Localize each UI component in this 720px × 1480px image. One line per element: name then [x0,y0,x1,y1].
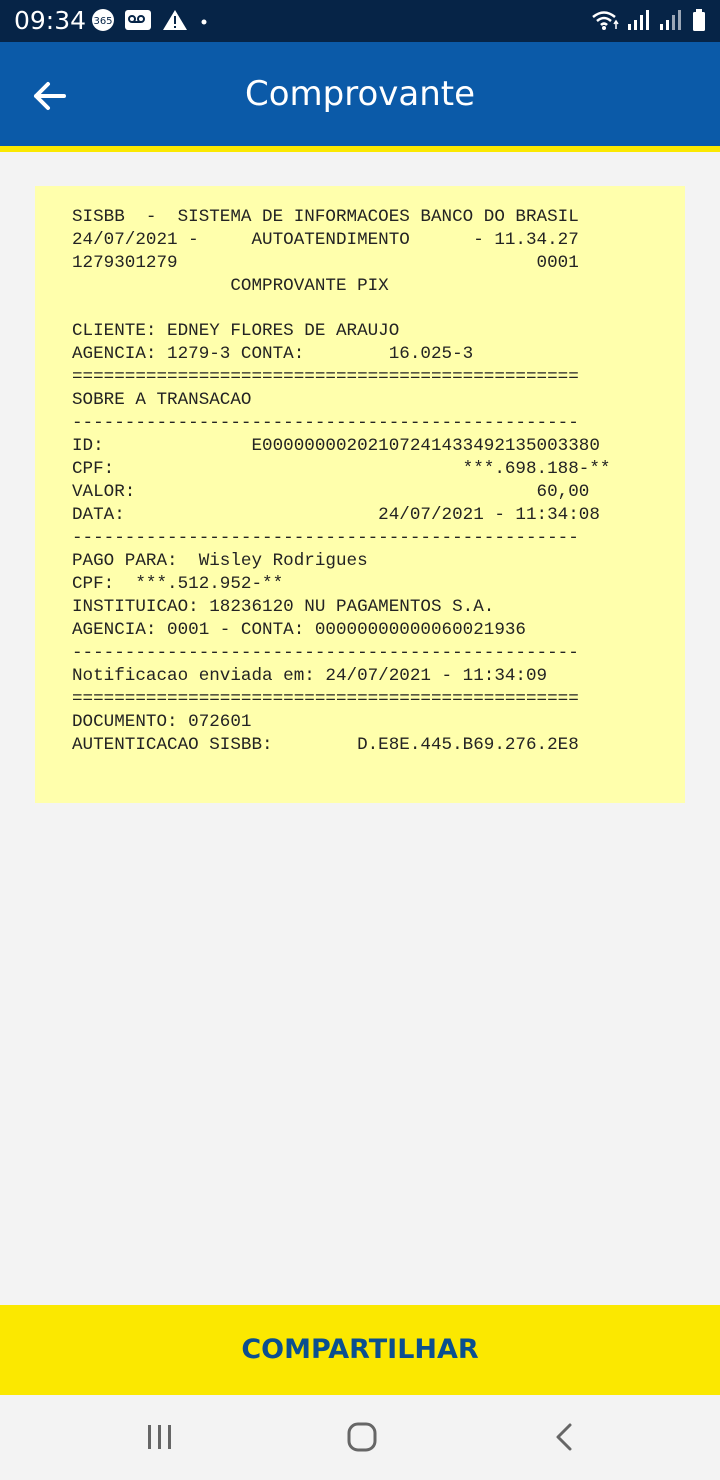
receipt-line: 1279301279 0001 [72,253,579,273]
back-icon[interactable] [550,1419,578,1455]
receipt-line: SISBB - SISTEMA DE INFORMACOES BANCO DO … [72,207,579,227]
recent-apps-icon[interactable] [145,1419,175,1455]
receipt-line: PAGO PARA: Wisley Rodrigues [72,551,368,571]
receipt-line: AGENCIA: 0001 - CONTA: 00000000000060021… [72,620,526,640]
navigation-bar [0,1395,720,1480]
receipt-line: CLIENTE: EDNEY FLORES DE ARAUJO [72,321,400,341]
receipt-line: COMPROVANTE PIX [72,276,389,296]
receipt-line: SOBRE A TRANSACAO [72,390,252,410]
signal-icon [660,10,681,30]
receipt-line: CPF: ***.512.952-** [72,574,284,594]
wifi-icon [592,11,619,30]
dot-icon [201,19,207,25]
share-button[interactable]: COMPARTILHAR [0,1305,720,1395]
receipt-line: CPF: ***.698.188-** [72,459,611,479]
365-icon: 365 [92,9,114,31]
receipt-line: ID: E00000000202107241433492135003380 [72,436,600,456]
home-icon[interactable] [344,1419,380,1455]
receipt-line: AUTENTICACAO SISBB: D.E8E.445.B69.276.2E… [72,735,579,755]
svg-text:365: 365 [93,16,112,27]
receipt-card: SISBB - SISTEMA DE INFORMACOES BANCO DO … [35,186,685,803]
status-bar: 09:34 365 [0,0,720,42]
receipt-line: ========================================… [72,367,579,387]
receipt-line: INSTITUICAO: 18236120 NU PAGAMENTOS S.A. [72,597,495,617]
receipt-line: DATA: 24/07/2021 - 11:34:08 [72,505,600,525]
warning-icon [163,10,187,30]
page-title: Comprovante [244,74,476,114]
receipt-text: SISBB - SISTEMA DE INFORMACOES BANCO DO … [72,206,648,757]
voicemail-icon [125,10,151,30]
status-system-icons [590,8,708,32]
receipt-line: ========================================… [72,689,579,709]
receipt-line: Notificacao enviada em: 24/07/2021 - 11:… [72,666,548,686]
receipt-line: 24/07/2021 - AUTOATENDIMENTO - 11.34.27 [72,230,579,250]
receipt-line: VALOR: 60,00 [72,482,590,502]
receipt-line: ----------------------------------------… [72,413,579,433]
receipt-line [72,298,648,320]
app-bar-accent-stripe [0,146,720,152]
receipt-line: DOCUMENTO: 072601 [72,712,252,732]
status-time: 09:34 [14,6,87,35]
receipt-line: ----------------------------------------… [72,643,579,663]
battery-icon [693,9,705,31]
receipt-line: AGENCIA: 1279-3 CONTA: 16.025-3 [72,344,474,364]
signal-icon [628,10,649,30]
receipt-line: ----------------------------------------… [72,528,579,548]
status-notifications: 365 [90,8,212,32]
